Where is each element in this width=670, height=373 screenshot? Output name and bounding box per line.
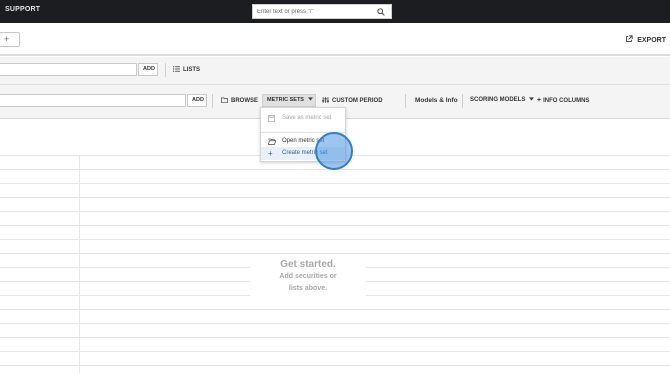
- support-link[interactable]: SUPPORT: [5, 6, 40, 13]
- grid-row-line: [0, 253, 670, 254]
- chevron-down-icon: [307, 97, 313, 101]
- grid-row-line: [0, 211, 670, 212]
- separator: [212, 94, 213, 108]
- save-icon: [268, 115, 275, 122]
- info-columns-label: INFO COLUMNS: [543, 98, 590, 104]
- menu-item-label: Save as metric set: [282, 115, 332, 121]
- grid-row-line: [0, 197, 670, 198]
- separator: [462, 94, 463, 108]
- menu-item-save-as-metric-set[interactable]: Save as metric set: [261, 112, 345, 125]
- grid-row-line: [0, 323, 670, 324]
- separator: [405, 94, 406, 108]
- empty-state-title: Get started.: [280, 259, 336, 270]
- global-search[interactable]: [252, 4, 392, 19]
- grid-row-line: [0, 309, 670, 310]
- list-icon: [173, 66, 180, 72]
- lists-label: LISTS: [183, 67, 201, 73]
- models-info-heading: Models & Info: [415, 97, 458, 104]
- sliders-icon: [322, 97, 329, 103]
- scoring-models-label: SCORING MODELS: [470, 97, 526, 103]
- external-link-icon: [626, 35, 633, 42]
- search-input[interactable]: [257, 6, 375, 17]
- add-tab-button[interactable]: +: [0, 32, 20, 47]
- grid-row-line: [0, 365, 670, 366]
- top-bar: SUPPORT: [0, 0, 670, 23]
- metrics-input[interactable]: [0, 94, 186, 109]
- metric-sets-dropdown[interactable]: METRIC SETS: [262, 94, 316, 107]
- empty-state-line1: Add securities or: [279, 273, 337, 280]
- open-folder-icon: [268, 138, 276, 145]
- custom-period-label: CUSTOM PERIOD: [332, 98, 383, 104]
- lists-button[interactable]: LISTS: [173, 66, 200, 73]
- grid-row-line: [0, 225, 670, 226]
- chevron-down-icon: [529, 97, 535, 101]
- metrics-input-field[interactable]: [0, 98, 185, 109]
- scoring-models-dropdown[interactable]: SCORING MODELS: [470, 97, 535, 103]
- export-label: EXPORT: [637, 37, 666, 44]
- securities-input[interactable]: [0, 63, 137, 78]
- export-button[interactable]: EXPORT: [625, 35, 666, 44]
- add-securities-button[interactable]: ADD: [138, 63, 158, 76]
- plus-icon: +: [537, 97, 542, 104]
- metric-sets-label: METRIC SETS: [267, 97, 304, 103]
- add-metric-button[interactable]: ADD: [187, 94, 207, 107]
- grid-row-line: [0, 351, 670, 352]
- search-icon[interactable]: [377, 8, 385, 16]
- browse-label: BROWSE: [231, 98, 258, 104]
- separator: [165, 63, 166, 77]
- plus-icon: +: [268, 149, 273, 158]
- grid-row-line: [0, 183, 670, 184]
- click-highlight: [315, 132, 353, 170]
- plus-icon: +: [4, 34, 10, 44]
- grid-row-line: [0, 239, 670, 240]
- empty-state-line2: lists above.: [288, 285, 328, 292]
- browse-button[interactable]: BROWSE: [221, 97, 258, 104]
- folder-icon: [221, 97, 228, 103]
- workspace-header: + EXPORT: [0, 23, 670, 56]
- info-columns-button[interactable]: + INFO COLUMNS: [537, 97, 589, 104]
- securities-input-field[interactable]: [0, 67, 136, 78]
- grid-column-divider: [79, 155, 80, 373]
- empty-state: Get started. Add securities or lists abo…: [250, 257, 366, 296]
- custom-period-button[interactable]: CUSTOM PERIOD: [322, 97, 383, 104]
- grid-row-line: [0, 337, 670, 338]
